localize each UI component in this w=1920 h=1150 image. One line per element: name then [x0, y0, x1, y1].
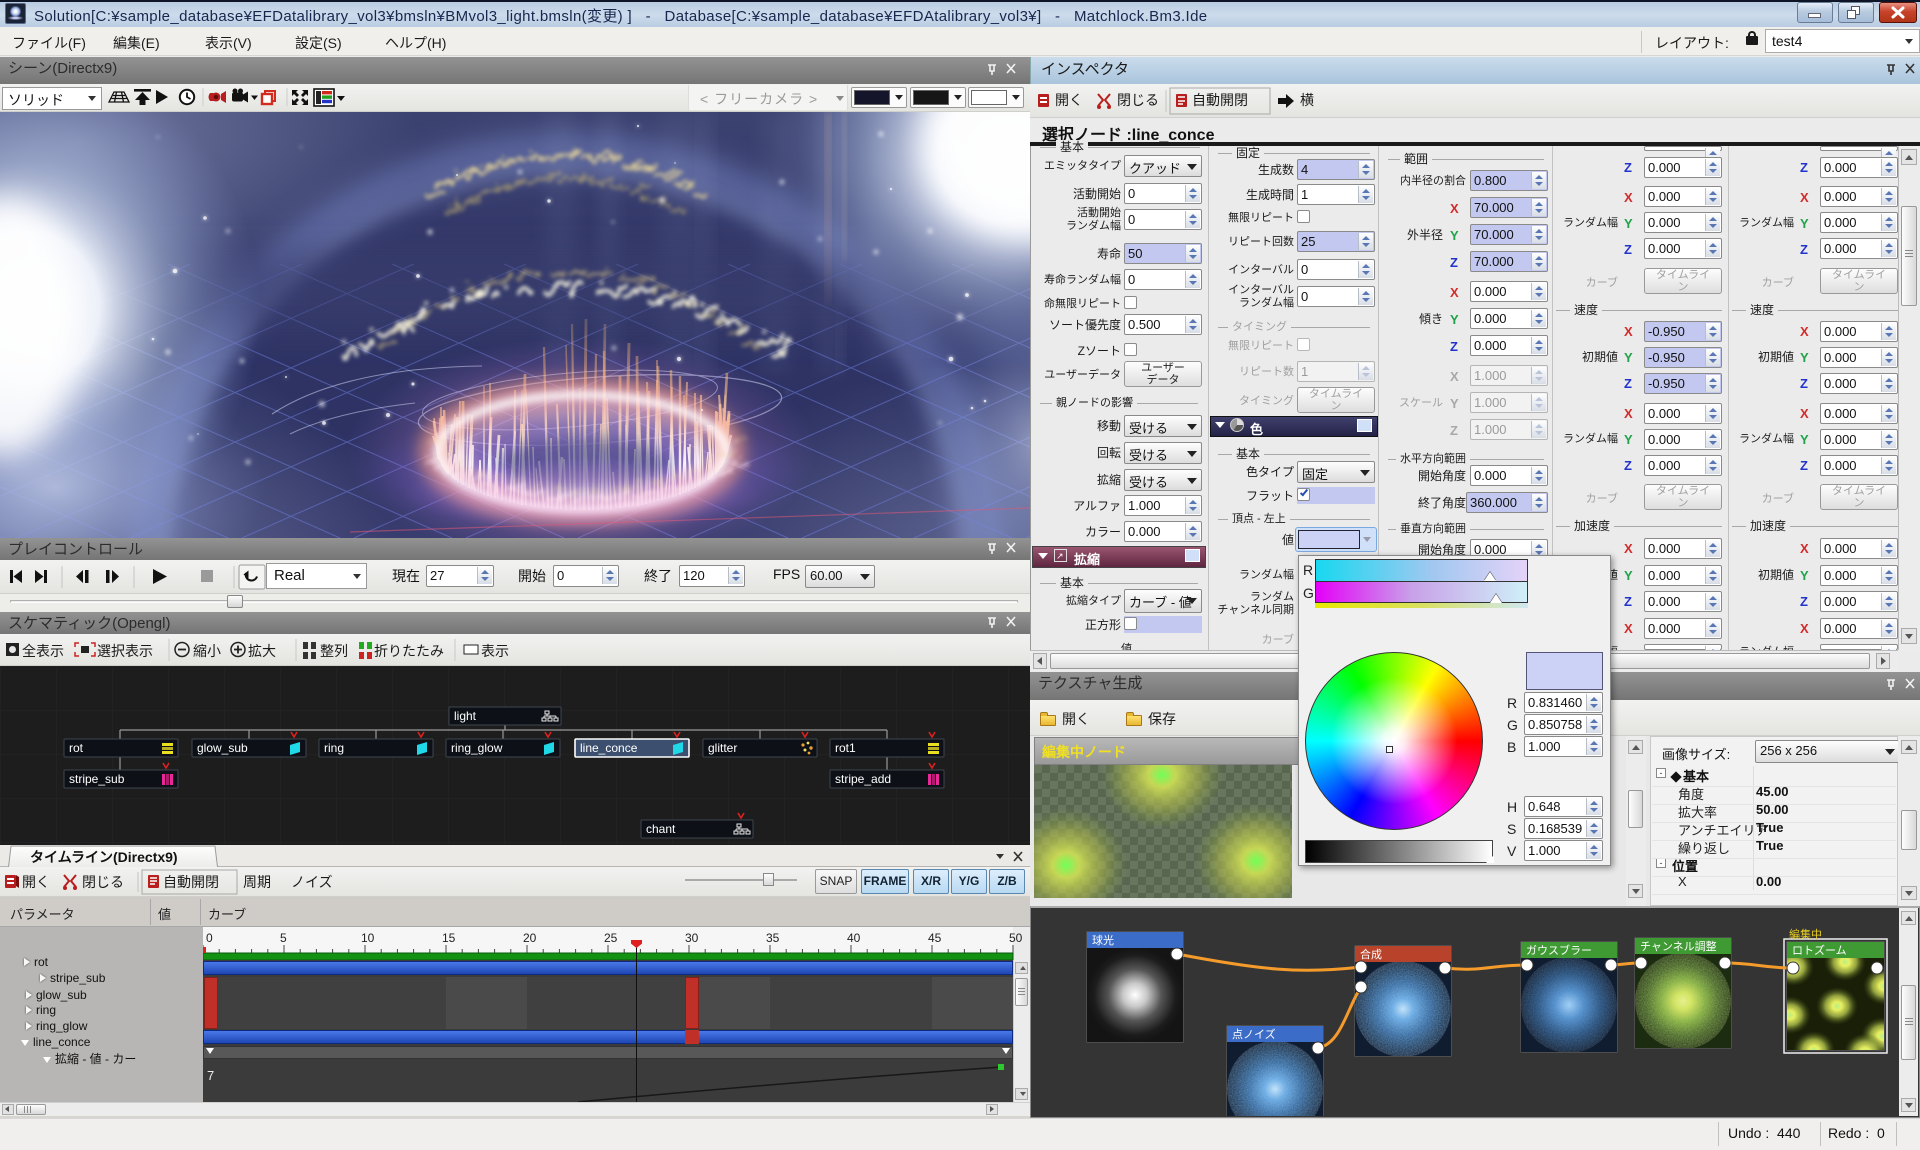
svg-text:50: 50 — [1009, 931, 1023, 945]
svg-text:30: 30 — [685, 931, 699, 945]
svg-text:球光: 球光 — [1092, 933, 1114, 947]
svg-text:line_conce: line_conce — [580, 741, 638, 755]
svg-text:点ノイズ: 点ノイズ — [1232, 1027, 1276, 1041]
svg-text:ガウスブラー: ガウスブラー — [1526, 943, 1592, 957]
svg-text:15: 15 — [442, 931, 456, 945]
svg-text:rot: rot — [69, 741, 84, 755]
svg-text:編集中: 編集中 — [1789, 927, 1822, 941]
svg-text:chant: chant — [646, 822, 676, 836]
svg-text:40: 40 — [847, 931, 861, 945]
svg-text:glitter: glitter — [708, 741, 737, 755]
svg-text:チャンネル調整: チャンネル調整 — [1640, 939, 1717, 953]
svg-text:rot1: rot1 — [835, 741, 856, 755]
svg-text:35: 35 — [766, 931, 780, 945]
svg-text:5: 5 — [280, 931, 287, 945]
svg-text:25: 25 — [604, 931, 618, 945]
svg-text:10: 10 — [361, 931, 375, 945]
svg-text:stripe_sub: stripe_sub — [69, 772, 125, 786]
svg-text:0: 0 — [206, 931, 213, 945]
svg-text:ロトズーム: ロトズーム — [1792, 943, 1847, 957]
svg-text:glow_sub: glow_sub — [197, 741, 248, 755]
svg-text:ring_glow: ring_glow — [451, 741, 503, 755]
svg-text:合成: 合成 — [1360, 947, 1382, 961]
svg-text:stripe_add: stripe_add — [835, 772, 891, 786]
svg-text:20: 20 — [523, 931, 537, 945]
svg-text:45: 45 — [928, 931, 942, 945]
svg-text:ring: ring — [324, 741, 344, 755]
svg-text:light: light — [454, 709, 477, 723]
